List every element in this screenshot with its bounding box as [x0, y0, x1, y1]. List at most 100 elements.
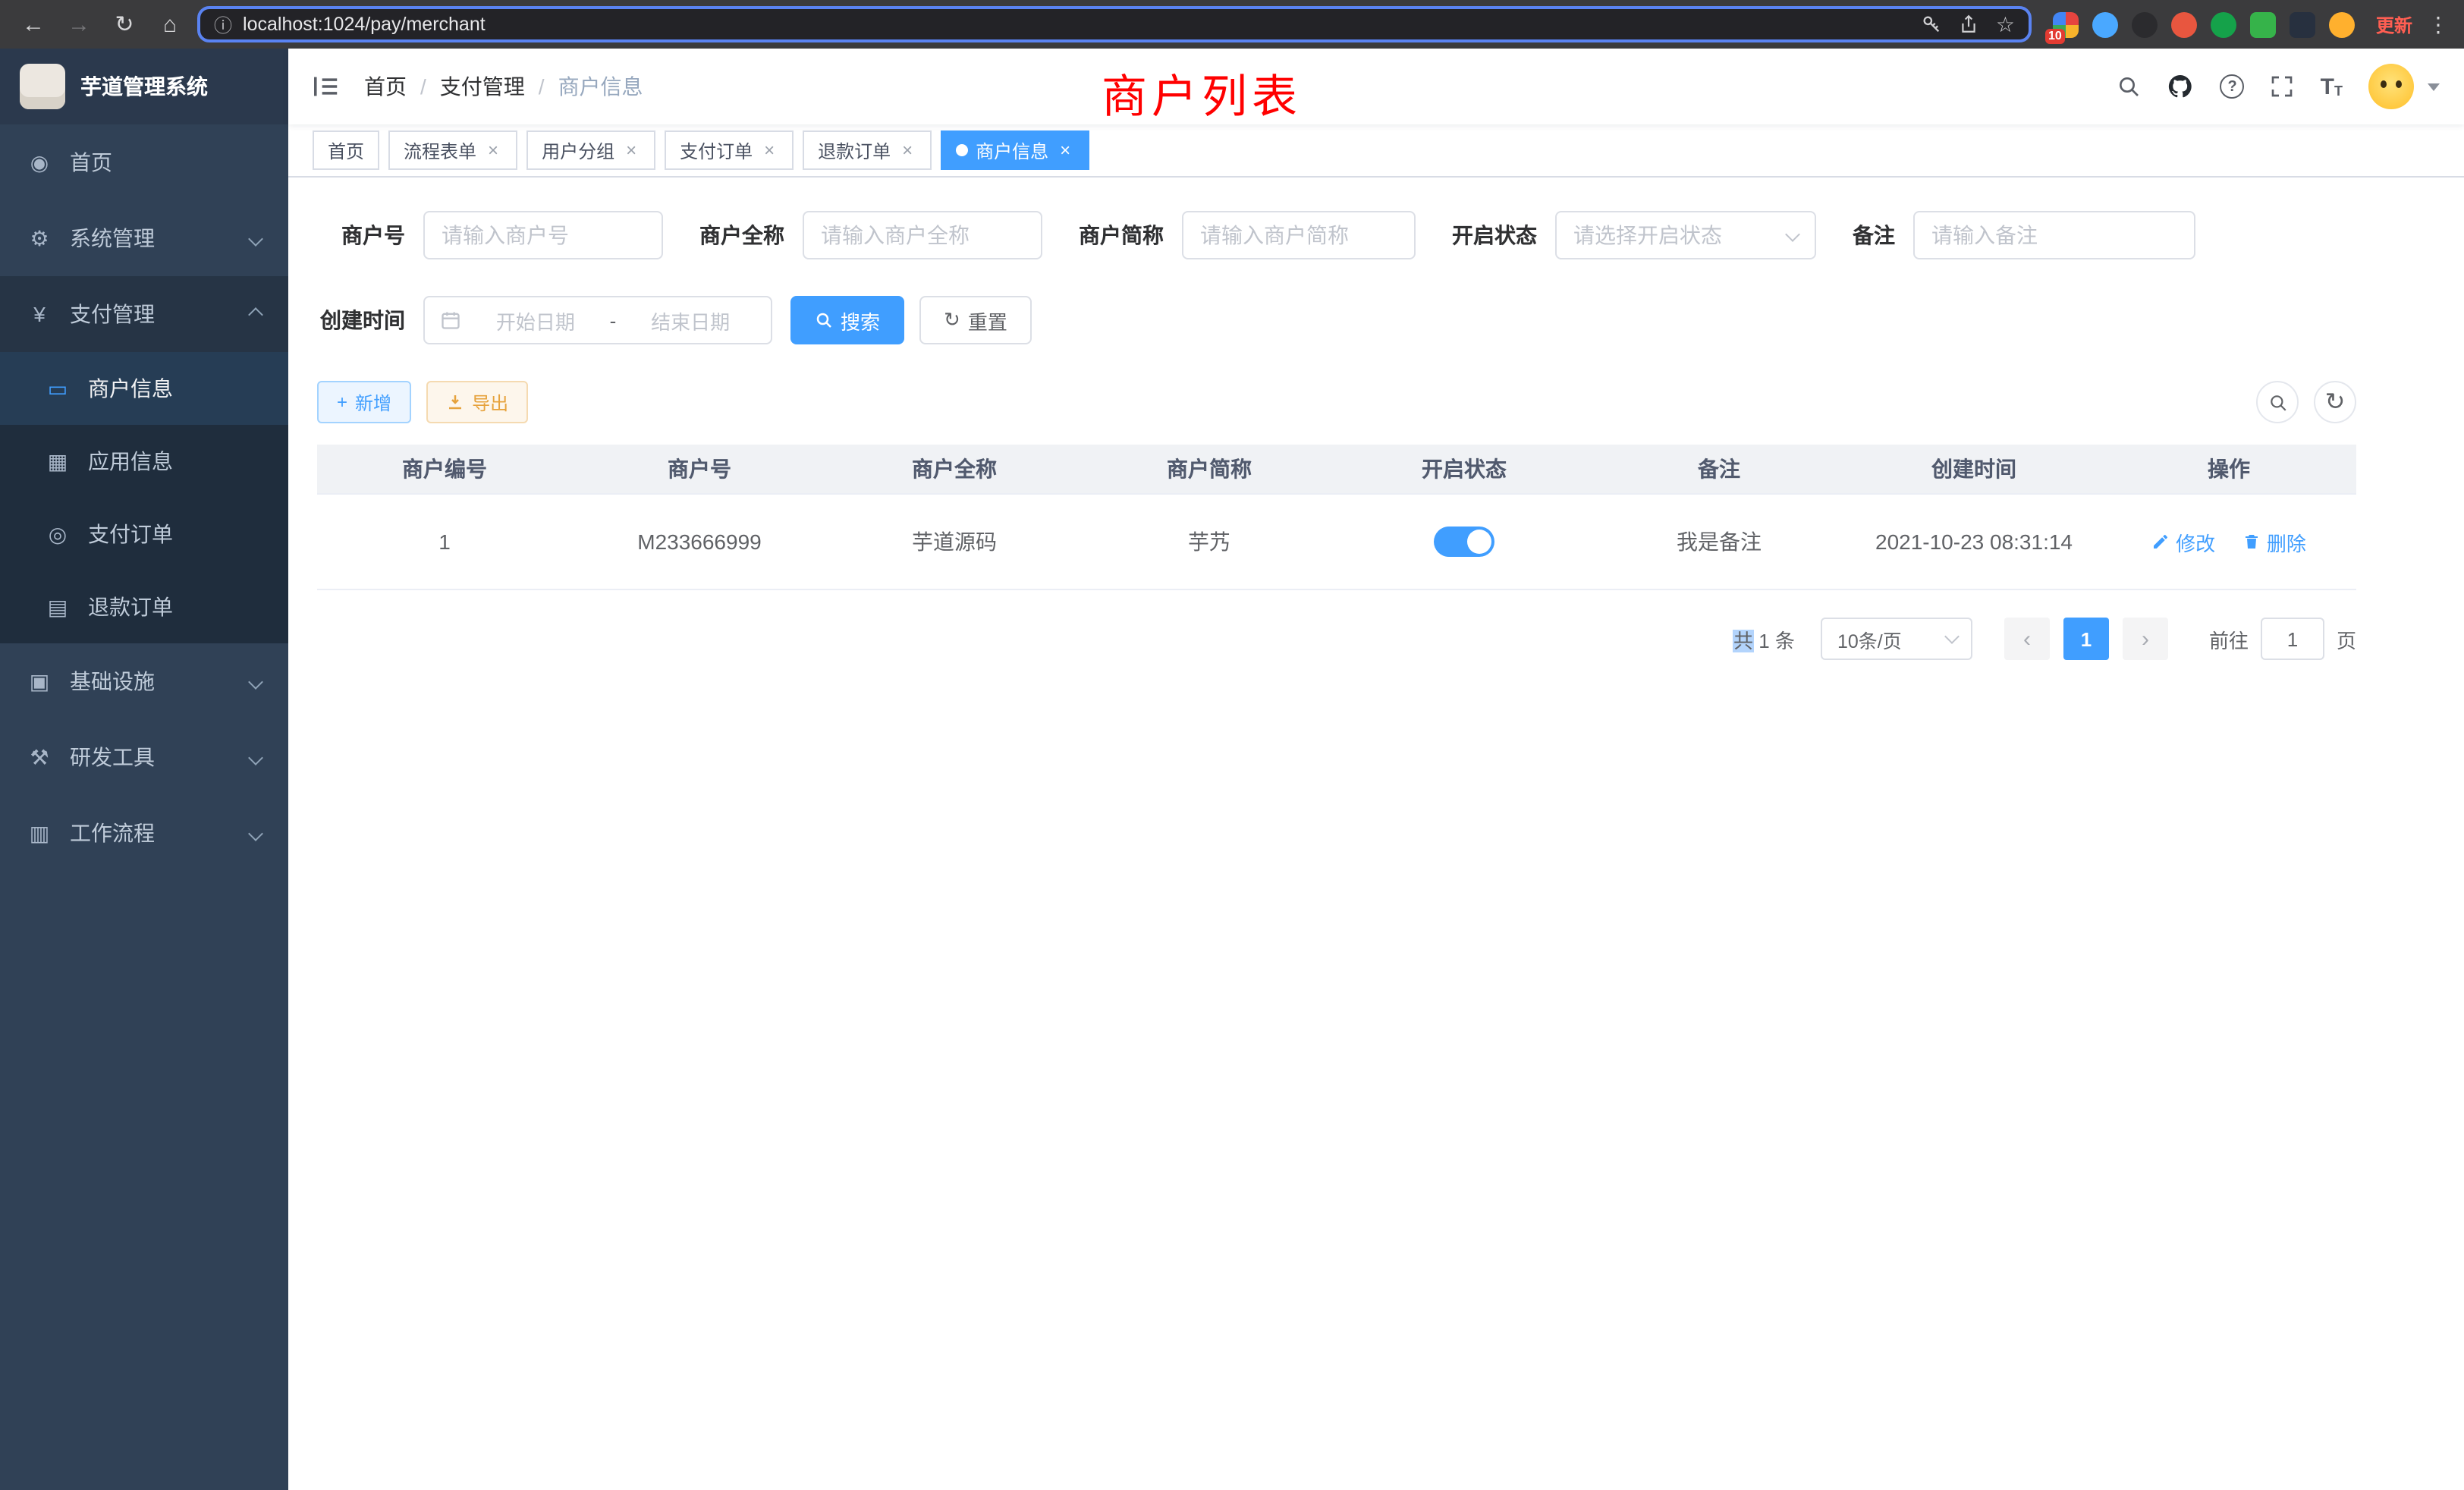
- merchant-table: 商户编号 商户号 商户全称 商户简称 开启状态 备注 创建时间 操作 1 M23…: [317, 445, 2356, 590]
- pagination-total-highlight: 共: [1733, 629, 1753, 652]
- share-icon[interactable]: [1960, 14, 1979, 35]
- browser-update-button[interactable]: 更新: [2376, 11, 2412, 37]
- sidebar-item-devtools[interactable]: ⚒ 研发工具: [0, 719, 288, 795]
- export-button[interactable]: 导出: [426, 381, 528, 423]
- close-icon[interactable]: ×: [898, 140, 916, 161]
- sidebar-item-home[interactable]: ◉ 首页: [0, 124, 288, 200]
- yen-icon: ¥: [27, 302, 52, 326]
- tab-user-group[interactable]: 用户分组 ×: [526, 130, 655, 170]
- refresh-button[interactable]: ↻: [2314, 381, 2356, 423]
- sidebar-item-payment[interactable]: ¥ 支付管理: [0, 276, 288, 352]
- pagination-total-text: 1 条: [1753, 629, 1795, 652]
- column-header: 商户号: [572, 445, 827, 494]
- date-start-input[interactable]: 开始日期: [470, 306, 601, 335]
- page-content: 商户号 商户全称 商户简称 开启状态 请选择开启状态 备注 创建时间: [288, 178, 2464, 660]
- browser-forward-button[interactable]: →: [61, 6, 97, 42]
- goto-page-input[interactable]: [2261, 618, 2324, 660]
- extension-icon[interactable]: [2132, 11, 2158, 37]
- short-name-input[interactable]: [1182, 211, 1416, 259]
- trash-icon: [2242, 533, 2261, 551]
- reset-button[interactable]: ↻ 重置: [919, 296, 1032, 344]
- delete-button[interactable]: 删除: [2242, 527, 2306, 556]
- font-size-icon[interactable]: TT: [2321, 75, 2343, 98]
- chevron-down-icon: [1785, 227, 1800, 242]
- chevron-down-icon[interactable]: [2428, 83, 2440, 90]
- close-icon[interactable]: ×: [1056, 140, 1074, 161]
- tab-pay-order[interactable]: 支付订单 ×: [665, 130, 794, 170]
- github-icon[interactable]: [2167, 73, 2195, 100]
- date-end-input[interactable]: 结束日期: [625, 306, 756, 335]
- column-header: 商户全称: [827, 445, 1082, 494]
- status-toggle[interactable]: [1434, 527, 1494, 557]
- document-icon: ▤: [46, 594, 70, 620]
- sidebar-item-system[interactable]: ⚙ 系统管理: [0, 200, 288, 276]
- breadcrumb: 首页 / 支付管理 / 商户信息: [364, 71, 643, 102]
- download-icon: [446, 393, 464, 411]
- merchant-no-input[interactable]: [423, 211, 663, 259]
- close-icon[interactable]: ×: [622, 140, 640, 161]
- page-size-select[interactable]: 10条/页: [1821, 618, 1972, 660]
- sidebar-item-merchant-info[interactable]: ▭ 商户信息: [0, 352, 288, 425]
- chevron-down-icon: [1944, 629, 1960, 644]
- sidebar-item-infra[interactable]: ▣ 基础设施: [0, 643, 288, 719]
- sidebar-menu: ◉ 首页 ⚙ 系统管理 ¥ 支付管理 ▭ 商户信息 ▦ 应用信息: [0, 124, 288, 871]
- extension-icon[interactable]: [2329, 11, 2355, 37]
- sidebar-item-app-info[interactable]: ▦ 应用信息: [0, 425, 288, 498]
- sidebar-item-workflow[interactable]: ▥ 工作流程: [0, 795, 288, 871]
- status-select[interactable]: 请选择开启状态: [1555, 211, 1816, 259]
- breadcrumb-item[interactable]: 首页: [364, 71, 407, 102]
- address-bar[interactable]: ⓘ localhost:1024/pay/merchant ☆: [197, 6, 2032, 42]
- add-button[interactable]: + 新增: [317, 381, 411, 423]
- chevron-down-icon: [248, 825, 263, 841]
- password-key-icon[interactable]: [1922, 14, 1943, 35]
- page-info-icon[interactable]: ⓘ: [214, 11, 232, 37]
- grid-icon: ▦: [46, 448, 70, 474]
- help-icon[interactable]: ?: [2220, 74, 2245, 99]
- extension-icon[interactable]: [2290, 11, 2315, 37]
- extension-icon[interactable]: [2171, 11, 2197, 37]
- avatar[interactable]: [2368, 64, 2414, 109]
- tab-refund-order[interactable]: 退款订单 ×: [803, 130, 932, 170]
- show-search-button[interactable]: [2256, 381, 2299, 423]
- search-button[interactable]: 搜索: [790, 296, 904, 344]
- app-logo[interactable]: 芋道管理系统: [0, 49, 288, 124]
- tab-label: 支付订单: [680, 137, 753, 163]
- close-icon[interactable]: ×: [760, 140, 778, 161]
- dashboard-icon: ◉: [27, 149, 52, 175]
- remark-input[interactable]: [1913, 211, 2195, 259]
- toolbar-right: ↻: [2256, 381, 2356, 423]
- extension-icon[interactable]: [2211, 11, 2236, 37]
- current-page-button[interactable]: 1: [2063, 618, 2109, 660]
- fullscreen-icon[interactable]: [2271, 74, 2295, 99]
- close-icon[interactable]: ×: [484, 140, 502, 161]
- sidebar-item-label: 首页: [70, 147, 112, 178]
- tab-home[interactable]: 首页: [313, 130, 379, 170]
- breadcrumb-item[interactable]: 支付管理: [440, 71, 525, 102]
- sidebar-item-pay-order[interactable]: ◎ 支付订单: [0, 498, 288, 571]
- tab-merchant-info[interactable]: 商户信息 ×: [941, 130, 1089, 170]
- sidebar-collapse-icon[interactable]: [313, 74, 340, 99]
- search-icon[interactable]: [2117, 74, 2142, 99]
- sidebar-item-refund-order[interactable]: ▤ 退款订单: [0, 571, 288, 643]
- extension-icon[interactable]: 10: [2053, 11, 2079, 37]
- extension-icon[interactable]: [2092, 11, 2118, 37]
- tab-process-form[interactable]: 流程表单 ×: [388, 130, 517, 170]
- bookmark-star-icon[interactable]: ☆: [1996, 11, 2015, 37]
- plus-icon: +: [337, 391, 347, 413]
- browser-home-button[interactable]: ⌂: [152, 6, 188, 42]
- tab-label: 用户分组: [542, 137, 614, 163]
- refresh-icon: ↻: [944, 308, 960, 332]
- tab-label: 流程表单: [404, 137, 476, 163]
- browser-back-button[interactable]: ←: [15, 6, 52, 42]
- browser-menu-icon[interactable]: ⋮: [2428, 11, 2449, 37]
- full-name-input[interactable]: [803, 211, 1042, 259]
- prev-page-button[interactable]: ‹: [2004, 618, 2050, 660]
- flow-icon: ▥: [27, 820, 52, 846]
- pagination-total: 共 1 条: [1733, 624, 1795, 653]
- next-page-button[interactable]: ›: [2123, 618, 2168, 660]
- edit-button[interactable]: 修改: [2151, 527, 2215, 556]
- browser-reload-button[interactable]: ↻: [106, 6, 143, 42]
- browser-window: ← → ↻ ⌂ ⓘ localhost:1024/pay/merchant ☆: [0, 0, 2464, 1490]
- date-range-picker[interactable]: 开始日期 - 结束日期: [423, 296, 772, 344]
- extension-icon[interactable]: [2250, 11, 2276, 37]
